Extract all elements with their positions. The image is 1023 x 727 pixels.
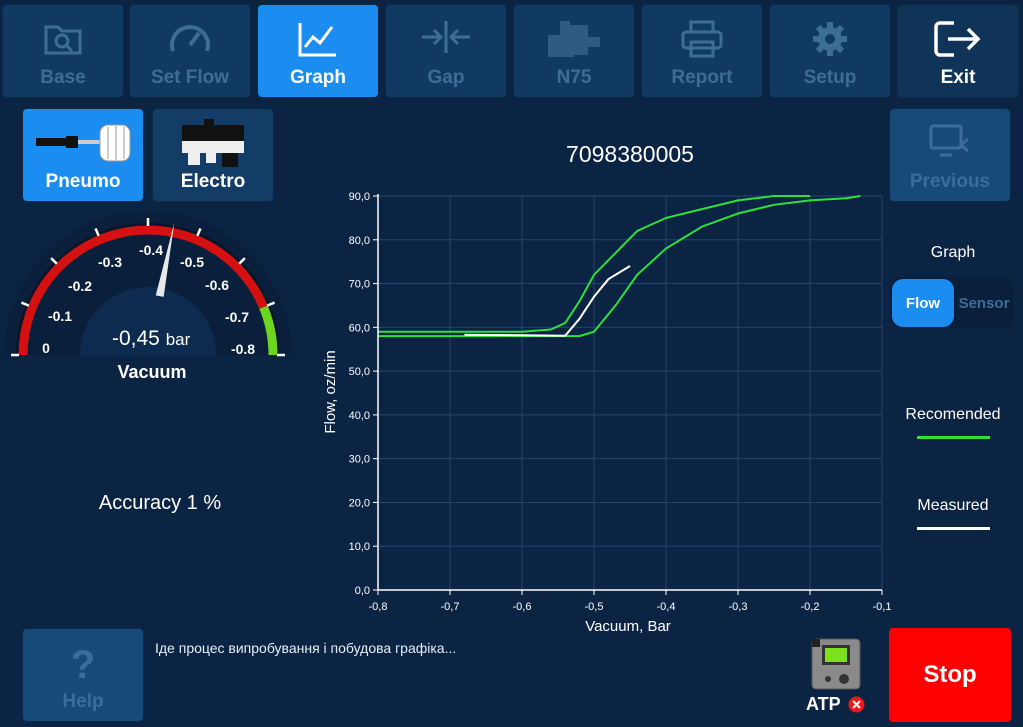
setup-button[interactable]: Setup <box>769 4 891 98</box>
status-text: Іде процес випробування і побудова графі… <box>155 640 457 656</box>
question-icon: ? <box>70 643 96 687</box>
chart-grid <box>377 195 883 591</box>
gauge-value: -0,45 <box>112 327 160 350</box>
graph-panel-title: Graph <box>930 244 976 261</box>
x-tick-label: -0,2 <box>801 601 820 613</box>
legend-recommended-swatch <box>917 436 990 439</box>
compress-arrows-icon <box>422 21 470 53</box>
measured-series-line <box>464 265 631 337</box>
gauge-tick-label-1: -0.1 <box>48 308 72 324</box>
sensor-toggle-option[interactable]: Sensor <box>956 279 1012 327</box>
y-tick-labels: 0,0 10,0 20,0 30,0 40,0 50,0 60,0 70,0 80,0 90,0 <box>349 191 378 597</box>
flow-sensor-toggle[interactable]: Flow Sensor <box>890 277 1014 329</box>
gauge-icon <box>170 25 210 52</box>
base-button[interactable]: Base <box>2 4 124 98</box>
x-tick-label: -0,1 <box>873 601 892 613</box>
electro-button[interactable]: Electro <box>152 108 274 202</box>
stop-button[interactable]: Stop <box>889 628 1011 722</box>
y-tick-label: 40,0 <box>349 410 370 422</box>
n75-button[interactable]: N75 <box>513 4 635 98</box>
monitor-back-icon <box>929 124 969 157</box>
y-tick-label: 70,0 <box>349 279 370 291</box>
flow-chart: 0,010,020,030,040,050,060,070,080,090,0 … <box>322 191 892 635</box>
x-tick-label: -0,3 <box>729 601 748 613</box>
gauge-unit: bar <box>165 330 191 349</box>
accuracy-text: Accuracy 1 % <box>98 492 222 514</box>
exit-button[interactable]: Exit <box>897 4 1019 98</box>
y-axis-label: Flow, oz/min <box>322 350 339 433</box>
gap-button[interactable]: Gap <box>385 4 507 98</box>
legend-measured-swatch <box>917 527 990 530</box>
atp-device-icon <box>811 638 861 690</box>
exit-label: Exit <box>940 67 976 88</box>
pneumatic-actuator-icon <box>36 124 131 162</box>
y-tick-label: 30,0 <box>349 454 370 466</box>
base-label: Base <box>40 67 86 88</box>
valve-icon <box>548 21 600 57</box>
flow-toggle-option[interactable]: Flow <box>892 279 954 327</box>
folder-search-icon <box>44 25 82 55</box>
setup-label: Setup <box>803 67 857 88</box>
x-tick-label: -0,7 <box>441 601 460 613</box>
electric-actuator-icon <box>182 119 244 167</box>
x-tick-label: -0,4 <box>657 601 676 613</box>
x-tick-labels: -0,8 -0,7 -0,6 -0,5 -0,4 -0,3 -0,2 -0,1 <box>369 590 892 613</box>
x-tick-label: -0,8 <box>369 601 388 613</box>
line-chart-icon <box>298 23 336 57</box>
pneumo-label: Pneumo <box>45 171 121 192</box>
x-axis-label: Vacuum, Bar <box>585 618 671 635</box>
x-tick-label: -0,5 <box>585 601 604 613</box>
graph-label: Graph <box>290 67 346 88</box>
gauge-label: Vacuum <box>117 362 187 382</box>
electro-label: Electro <box>180 171 246 192</box>
report-label: Report <box>671 67 733 88</box>
pneumo-button[interactable]: Pneumo <box>22 108 144 202</box>
part-number: 7098380005 <box>566 141 694 167</box>
y-tick-label: 80,0 <box>349 235 370 247</box>
y-tick-label: 60,0 <box>349 322 370 334</box>
y-tick-label: 20,0 <box>349 497 370 509</box>
set-flow-button[interactable]: Set Flow <box>129 4 251 98</box>
help-label: Help <box>62 691 104 712</box>
printer-icon <box>681 20 723 58</box>
atp-error-icon <box>848 696 865 713</box>
gap-label: Gap <box>427 67 465 88</box>
gear-icon <box>813 22 847 56</box>
report-button[interactable]: Report <box>641 4 763 98</box>
y-tick-label: 50,0 <box>349 366 370 378</box>
gauge-readout: -0,45 bar <box>112 327 190 351</box>
graph-button[interactable]: Graph <box>257 4 379 98</box>
n75-label: N75 <box>556 67 592 88</box>
y-tick-label: 0,0 <box>355 585 370 597</box>
exit-icon <box>934 21 981 57</box>
gauge-tick-label-6: -0.6 <box>205 277 229 293</box>
previous-button[interactable]: Previous <box>889 108 1011 202</box>
gauge-tick-label-0: 0 <box>42 340 50 356</box>
gauge-tick-label-4: -0.4 <box>139 242 163 258</box>
atp-label: ATP <box>806 694 841 714</box>
help-button[interactable]: ? Help <box>22 628 144 722</box>
x-tick-label: -0,6 <box>513 601 532 613</box>
gauge-tick-label-8: -0.8 <box>231 341 255 357</box>
gauge-tick-label-5: -0.5 <box>180 254 204 270</box>
y-tick-label: 10,0 <box>349 541 370 553</box>
gauge-tick-label-2: -0.2 <box>68 278 92 294</box>
gauge-tick-label-7: -0.7 <box>225 309 249 325</box>
vacuum-gauge: 0 -0.1 -0.2 -0.3 -0.4 -0.5 -0.6 -0.7 -0.… <box>4 211 292 357</box>
legend-measured-label: Measured <box>917 497 989 514</box>
set-flow-label: Set Flow <box>150 67 230 88</box>
legend-recommended-label: Recomended <box>905 406 1001 423</box>
y-tick-label: 90,0 <box>349 191 370 203</box>
previous-label: Previous <box>909 171 991 192</box>
gauge-tick-label-3: -0.3 <box>98 254 122 270</box>
